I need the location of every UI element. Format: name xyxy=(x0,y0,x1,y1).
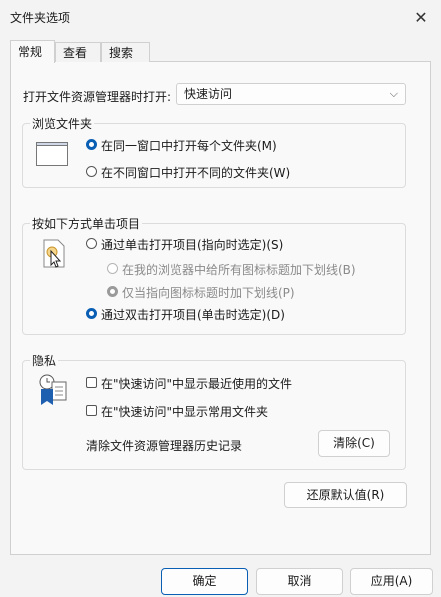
open-explorer-select[interactable]: 快速访问 ⌵ xyxy=(176,83,406,105)
radio-double-click[interactable] xyxy=(86,308,97,319)
title-bar: 文件夹选项 ✕ xyxy=(0,0,441,34)
open-explorer-value: 快速访问 xyxy=(184,87,233,101)
radio-same-window-label[interactable]: 在同一窗口中打开每个文件夹(M) xyxy=(101,137,277,154)
radio-new-window[interactable] xyxy=(86,166,97,177)
open-explorer-label: 打开文件资源管理器时打开: xyxy=(23,90,172,104)
radio-new-window-label[interactable]: 在不同窗口中打开不同的文件夹(W) xyxy=(101,164,290,181)
checkbox-show-frequent-label[interactable]: 在"快速访问"中显示常用文件夹 xyxy=(101,403,268,420)
radio-single-click-label[interactable]: 通过单击打开项目(指向时选定)(S) xyxy=(101,236,283,253)
cancel-button[interactable]: 取消 xyxy=(256,568,343,595)
checkbox-show-recent-label[interactable]: 在"快速访问"中显示最近使用的文件 xyxy=(101,375,292,392)
radio-same-window[interactable] xyxy=(86,139,97,150)
privacy-icon xyxy=(36,373,70,407)
restore-defaults-button[interactable]: 还原默认值(R) xyxy=(284,482,407,508)
tab-view[interactable]: 查看 xyxy=(55,42,101,62)
radio-double-click-label[interactable]: 通过双击打开项目(单击时选定)(D) xyxy=(101,306,285,323)
checkbox-show-recent[interactable] xyxy=(86,377,97,388)
apply-button[interactable]: 应用(A) xyxy=(350,568,433,595)
browse-folders-title: 浏览文件夹 xyxy=(30,115,95,132)
tab-search[interactable]: 搜索 xyxy=(101,42,150,62)
pointer-icon xyxy=(42,239,66,269)
checkbox-show-frequent[interactable] xyxy=(86,405,97,416)
click-items-title: 按如下方式单击项目 xyxy=(30,215,143,232)
tab-strip-divider xyxy=(150,61,431,62)
ok-button[interactable]: 确定 xyxy=(161,568,248,595)
radio-single-click[interactable] xyxy=(86,238,97,249)
window-icon xyxy=(36,142,68,166)
privacy-title: 隐私 xyxy=(30,352,59,369)
chevron-down-icon: ⌵ xyxy=(389,87,398,100)
tab-general[interactable]: 常规 xyxy=(10,40,55,63)
window-title: 文件夹选项 xyxy=(10,11,71,25)
clear-history-label: 清除文件资源管理器历史记录 xyxy=(86,439,243,453)
radio-underline-hover-label: 仅当指向图标标题时加下划线(P) xyxy=(122,286,295,300)
radio-underline-all xyxy=(107,263,118,274)
radio-underline-hover xyxy=(107,286,118,297)
clear-button[interactable]: 清除(C) xyxy=(318,430,390,457)
close-icon[interactable]: ✕ xyxy=(412,8,430,27)
radio-underline-all-label: 在我的浏览器中给所有图标标题加下划线(B) xyxy=(122,263,356,277)
